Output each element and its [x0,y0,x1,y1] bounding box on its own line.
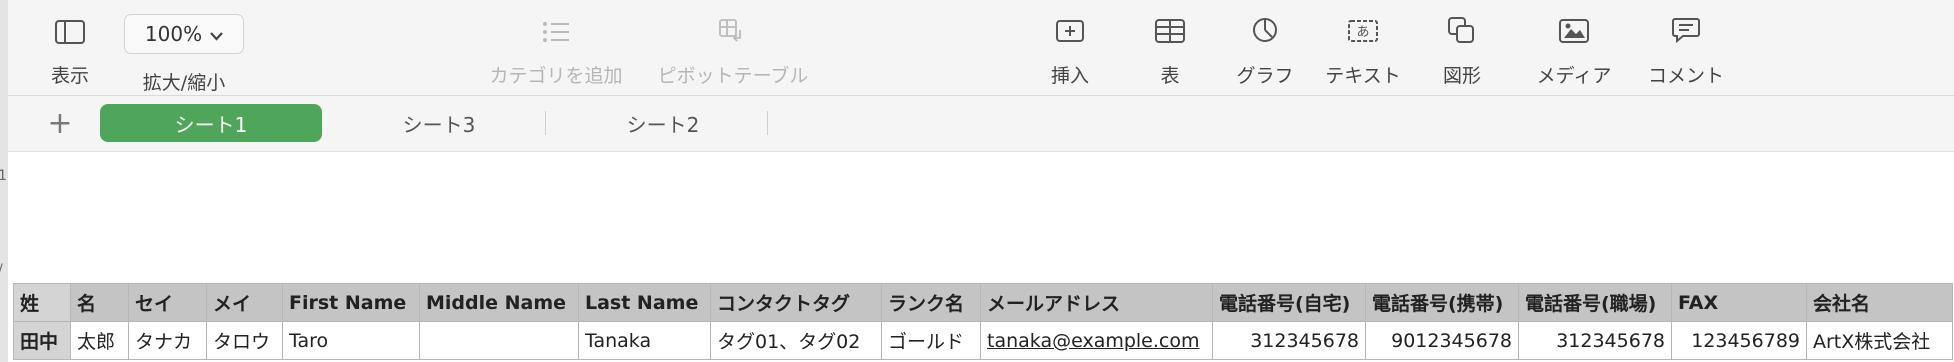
table-cell[interactable]: ゴールド [881,321,981,360]
column-header[interactable]: 電話番号(自宅) [1212,283,1366,322]
table-cell[interactable]: 312345678 [1212,321,1366,360]
table-cell[interactable]: Tanaka [578,321,711,360]
tab-divider [767,111,768,135]
insert-icon [1054,0,1086,44]
contacts-table: 姓 名 セイ メイ First Name Middle Name Last Na… [13,283,1953,360]
text-button[interactable]: あ テキスト [1316,0,1410,95]
tab-divider [545,111,546,135]
shape-label: 図形 [1442,65,1481,87]
table-label: 表 [1160,65,1180,87]
edge-fragment: 1 [0,168,7,184]
tab-sheet-3[interactable]: シート3 [328,104,550,142]
table-row: 田中 太郎 タナカ タロウ Taro Tanaka タグ01、タグ02 ゴールド… [13,321,1953,360]
chart-icon [1251,0,1279,44]
table-cell[interactable]: 312345678 [1518,321,1672,360]
column-header[interactable]: メイ [206,283,283,322]
table-cell[interactable]: 田中 [13,321,71,360]
comment-icon [1671,0,1701,44]
column-header[interactable]: 会社名 [1806,283,1953,322]
media-label: メディア [1536,65,1612,87]
pivot-table-label: ピボットテーブル [657,65,809,87]
column-header[interactable]: 電話番号(携帯) [1365,283,1519,322]
shape-icon [1447,0,1477,44]
edge-fragment: / [0,262,3,278]
column-header[interactable]: メールアドレス [980,283,1213,322]
view-label: 表示 [50,65,89,87]
add-category-button[interactable]: カテゴリを追加 [463,0,649,95]
text-label: テキスト [1325,65,1401,87]
tab-sheet-2[interactable]: シート2 [553,104,773,142]
table-icon [1154,0,1186,44]
table-cell[interactable]: タナカ [128,321,207,360]
column-header[interactable]: FAX [1671,283,1807,322]
add-category-label: カテゴリを追加 [489,65,623,87]
chart-button[interactable]: グラフ [1220,0,1310,95]
table-cell[interactable]: 123456789 [1671,321,1807,360]
column-header[interactable]: 電話番号(職場) [1518,283,1672,322]
list-icon [541,0,571,44]
zoom-label: 拡大/縮小 [142,72,226,94]
column-header[interactable]: 名 [70,283,129,322]
tab-sheet-1[interactable]: シート1 [100,104,322,142]
zoom-dropdown[interactable]: 100% [124,14,244,54]
zoom-value: 100% [144,22,203,46]
column-header[interactable]: セイ [128,283,207,322]
text-box-icon: あ [1347,0,1379,44]
sheet-tab-bar: + シート1 シート3 シート2 [8,96,1954,152]
table-cell[interactable]: タグ01、タグ02 [710,321,882,360]
shape-button[interactable]: 図形 [1422,0,1502,95]
column-header[interactable]: コンタクトタグ [710,283,882,322]
comment-label: コメント [1647,65,1724,87]
comment-button[interactable]: コメント [1634,0,1738,95]
table-button[interactable]: 表 [1130,0,1210,95]
column-header[interactable]: ランク名 [881,283,981,322]
column-header[interactable]: Middle Name [419,283,579,322]
insert-button[interactable]: 挿入 [1030,0,1110,95]
svg-text:あ: あ [1356,25,1369,40]
media-button[interactable]: メディア [1522,0,1626,95]
email-cell[interactable]: tanaka@example.com [980,321,1213,360]
header-row: 姓 名 セイ メイ First Name Middle Name Last Na… [13,283,1953,322]
table-cell[interactable]: 9012345678 [1365,321,1519,360]
table-cell[interactable]: Taro [282,321,420,360]
column-header[interactable]: First Name [282,283,420,322]
zoom-control: 100% 拡大/縮小 [122,0,246,95]
pivot-table-button[interactable]: ピボットテーブル [633,0,833,95]
toolbar: 表示 100% 拡大/縮小 カテゴリを追加 ピボットテーブル 挿入 表 グラフ … [8,0,1954,96]
table-cell[interactable]: ArtX株式会社 [1806,321,1953,360]
window-edge: 1 / [0,0,8,362]
add-sheet-button[interactable]: + [40,106,80,141]
pivot-table-icon [718,0,748,44]
view-button[interactable]: 表示 [30,0,110,95]
insert-label: 挿入 [1050,65,1089,87]
chevron-down-icon [210,22,223,46]
table-cell[interactable]: タロウ [206,321,283,360]
column-header[interactable]: Last Name [578,283,711,322]
chart-label: グラフ [1236,65,1294,87]
sidebar-icon [55,0,85,44]
media-icon [1558,0,1590,44]
table-cell[interactable]: 太郎 [70,321,129,360]
table-cell[interactable] [419,321,579,360]
column-header[interactable]: 姓 [13,283,71,322]
